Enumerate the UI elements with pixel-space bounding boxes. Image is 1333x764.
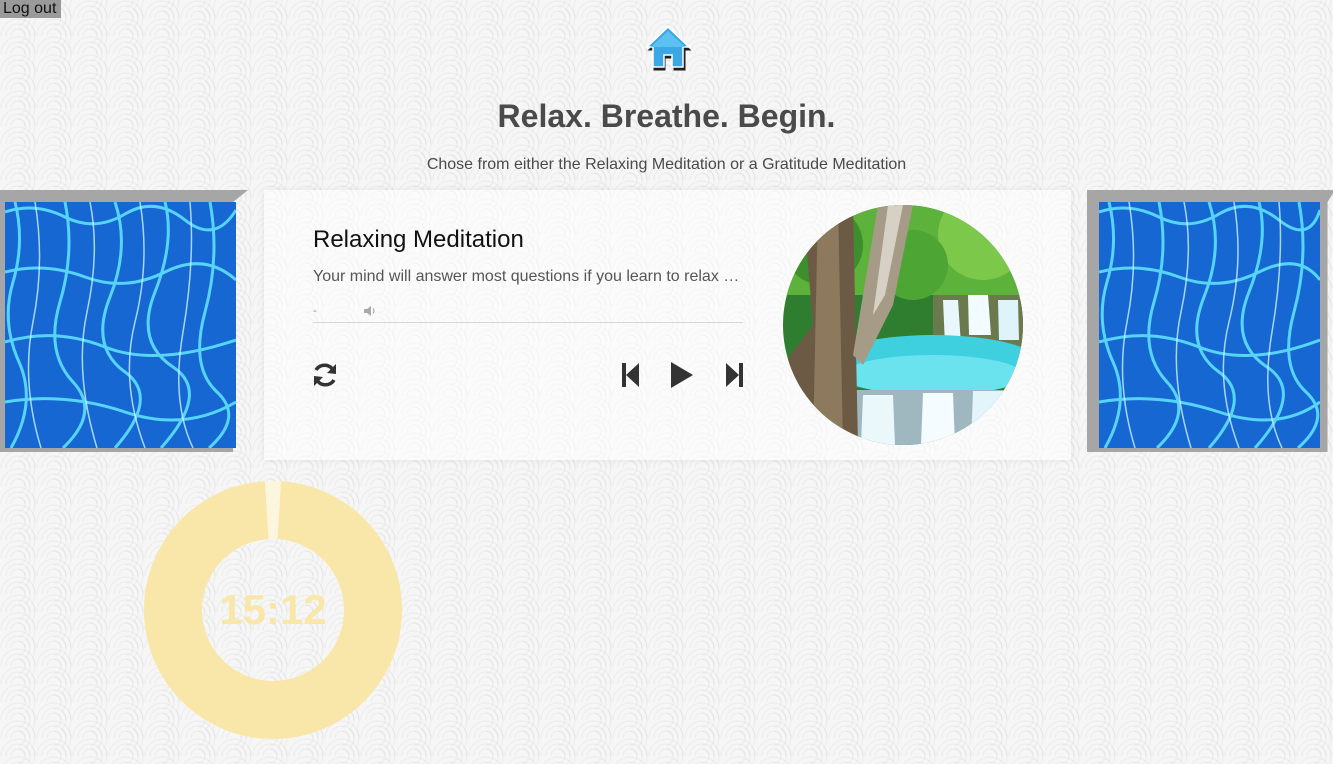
page-subtitle: Chose from either the Relaxing Meditatio… [426, 156, 907, 173]
water-image [5, 202, 236, 448]
track-title: Relaxing Meditation [313, 226, 524, 253]
time-readout: - [313, 305, 317, 317]
water-image [1099, 202, 1320, 448]
timer-display: 15:12 [219, 586, 327, 633]
repeat-icon[interactable] [311, 361, 339, 389]
player-card: Relaxing Meditation Your mind will answe… [264, 190, 1071, 460]
page-title: Relax. Breathe. Begin. [497, 98, 836, 134]
volume-icon[interactable] [363, 304, 377, 316]
countdown-timer: 15:12 [143, 480, 403, 740]
right-water-panel [1087, 190, 1333, 452]
left-water-panel [0, 190, 248, 452]
skip-back-icon[interactable] [621, 362, 641, 388]
track-description: Your mind will answer most questions if … [313, 268, 743, 285]
skip-forward-icon[interactable] [724, 362, 744, 388]
progress-bar[interactable] [313, 322, 743, 323]
home-icon[interactable] [644, 25, 692, 71]
play-icon[interactable] [669, 360, 695, 390]
logout-button[interactable]: Log out [0, 0, 62, 18]
waterfall-image [783, 205, 1023, 445]
